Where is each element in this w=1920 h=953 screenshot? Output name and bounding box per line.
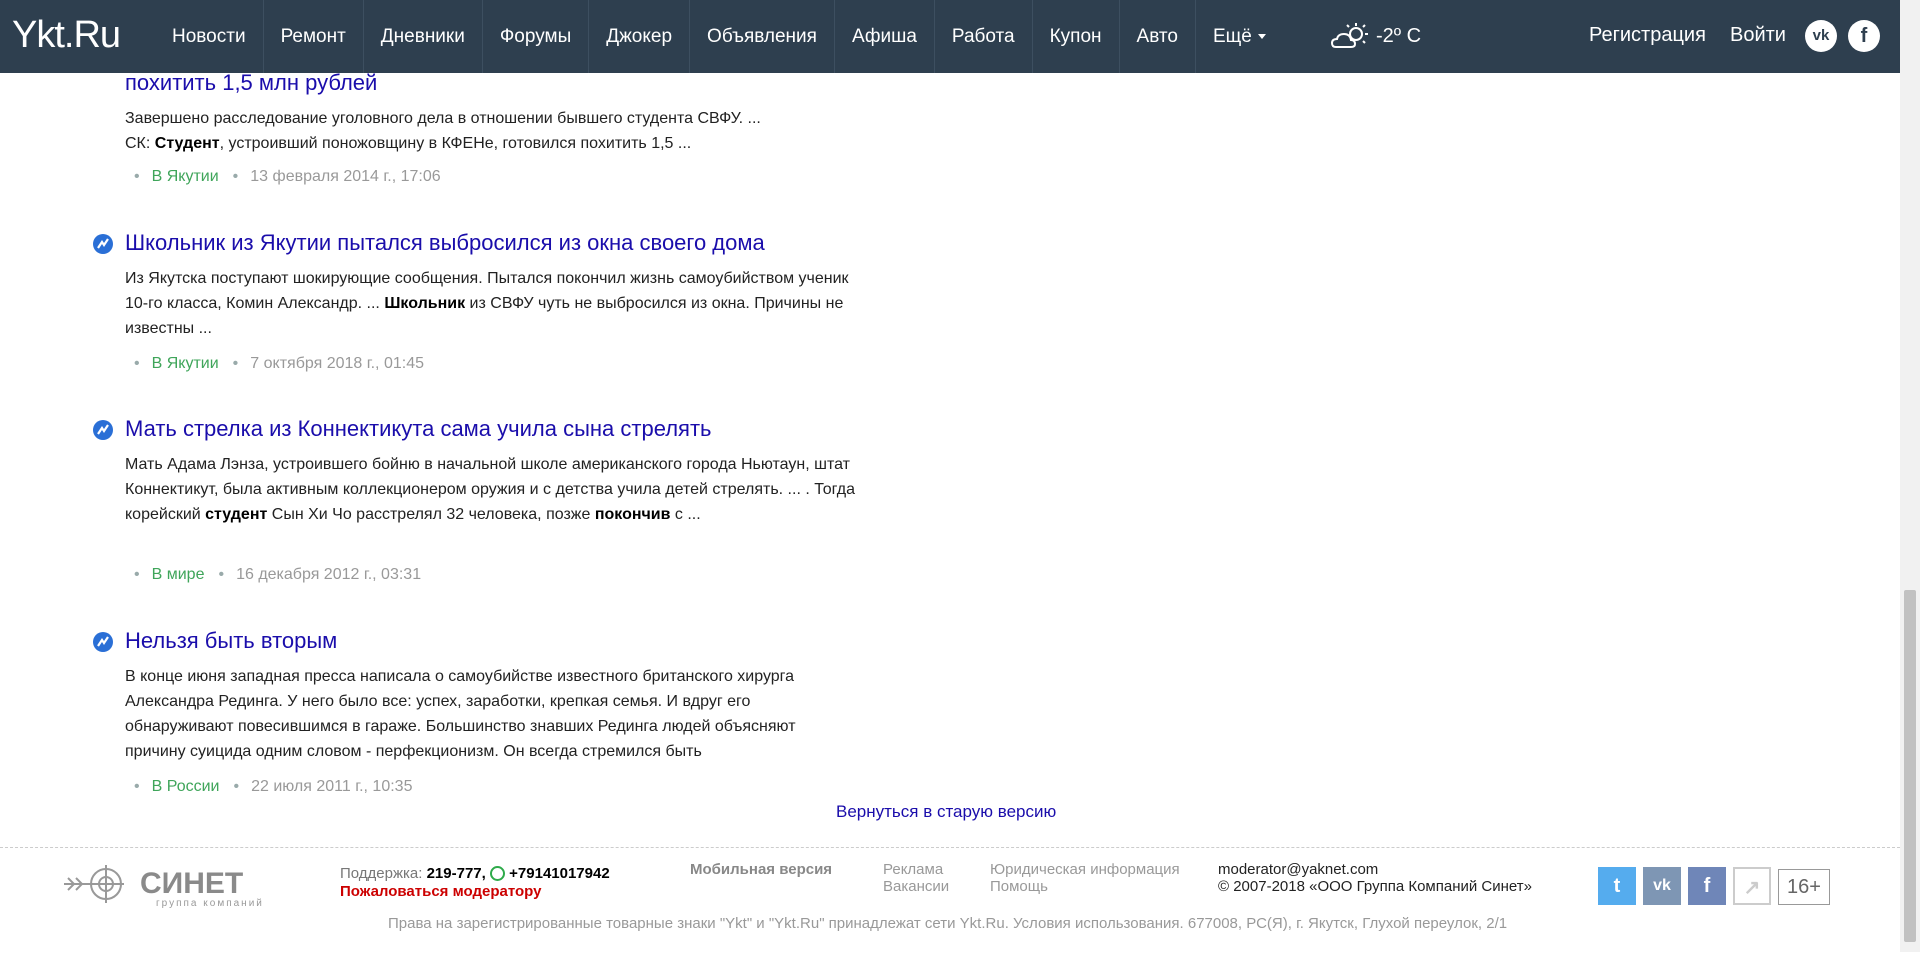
nav-item-jobs[interactable]: Работа — [935, 0, 1033, 73]
nav-more-label: Ещё — [1212, 26, 1252, 47]
result-section[interactable]: В Якутии — [152, 355, 219, 372]
nav-item-diaries[interactable]: Дневники — [364, 0, 483, 73]
nav-item-auto[interactable]: Авто — [1120, 0, 1196, 73]
news-source-icon — [93, 632, 113, 652]
moderator-email[interactable]: moderator@yaknet.com — [1218, 861, 1532, 878]
result-meta: • В России • 22 июля 2011 г., 10:35 — [134, 778, 413, 795]
register-link[interactable]: Регистрация — [1589, 24, 1706, 47]
weather-temp: -2º C — [1376, 24, 1422, 47]
vk-icon[interactable]: vk — [1805, 20, 1837, 52]
old-version-link[interactable]: Вернуться в старую версию — [836, 802, 1056, 822]
support-mobile[interactable]: +79141017942 — [509, 865, 610, 882]
scrollbar-thumb[interactable] — [1904, 590, 1916, 942]
age-rating-badge: 16+ — [1778, 869, 1830, 905]
nav-item-forums[interactable]: Форумы — [483, 0, 590, 73]
site-logo[interactable]: Ykt.Ru — [12, 14, 121, 57]
support-phone[interactable]: 219-777, — [427, 865, 486, 882]
ads-link[interactable]: Реклама — [883, 861, 949, 878]
copyright: © 2007-2018 «ООО Группа Компаний Синет» — [1218, 878, 1532, 895]
nav-item-ads[interactable]: Объявления — [690, 0, 835, 73]
news-source-icon — [93, 420, 113, 440]
vk-share-icon[interactable]: vk — [1643, 867, 1681, 905]
result-title[interactable]: Мать стрелка из Коннектикута сама учила … — [125, 416, 712, 442]
top-navbar: Ykt.Ru Новости Ремонт Дневники Форумы Дж… — [0, 0, 1900, 73]
result-snippet: Завершено расследование уголовного дела … — [125, 110, 761, 152]
whatsapp-icon — [489, 866, 505, 881]
page-scrollbar[interactable] — [1900, 0, 1920, 952]
twitter-icon[interactable]: t — [1598, 867, 1636, 905]
sinet-logo-text: СИНЕТ — [140, 867, 243, 900]
nav-item-joker[interactable]: Джокер — [589, 0, 691, 73]
result-title[interactable]: Нельзя быть вторым — [125, 628, 337, 654]
support-contacts: Поддержка: 219-777, +79141017942 — [340, 865, 610, 882]
result-snippet: Мать Адама Лэнза, устроившего бойню в на… — [125, 456, 855, 523]
result-date: 13 февраля 2014 г., 17:06 — [250, 168, 441, 185]
support-label: Поддержка: — [340, 865, 423, 882]
news-source-icon — [93, 234, 113, 254]
nav-item-news[interactable]: Новости — [155, 0, 264, 73]
result-snippet: Из Якутска поступают шокирующие сообщени… — [125, 270, 849, 337]
result-section[interactable]: В Якутии — [152, 168, 219, 185]
result-date: 16 декабря 2012 г., 03:31 — [236, 566, 422, 583]
result-title[interactable]: похитить 1,5 млн рублей — [125, 70, 377, 96]
result-section[interactable]: В России — [152, 778, 220, 795]
nav-item-afisha[interactable]: Афиша — [835, 0, 935, 73]
mobile-version-link[interactable]: Мобильная версия — [690, 861, 832, 878]
help-link[interactable]: Помощь — [990, 878, 1180, 895]
result-date: 22 июля 2011 г., 10:35 — [251, 778, 413, 795]
footer-contacts: moderator@yaknet.com © 2007-2018 «ООО Гр… — [1218, 861, 1532, 895]
sinet-logo[interactable]: СИНЕТ группа компаний — [64, 863, 294, 914]
nav-item-more[interactable]: Ещё — [1196, 0, 1283, 73]
share-arrow-icon[interactable]: ↗ — [1733, 867, 1771, 905]
nav-item-coupon[interactable]: Купон — [1033, 0, 1120, 73]
result-meta: • В Якутии • 7 октября 2018 г., 01:45 — [134, 355, 424, 372]
result-section[interactable]: В мире — [152, 566, 205, 583]
rights-notice: Права на зарегистрированные товарные зна… — [388, 915, 1508, 932]
main-nav: Новости Ремонт Дневники Форумы Джокер Об… — [155, 0, 1283, 73]
login-link[interactable]: Войти — [1730, 24, 1786, 47]
facebook-share-icon[interactable]: f — [1688, 867, 1726, 905]
result-title[interactable]: Школьник из Якутии пытался выбросился из… — [125, 230, 765, 256]
footer: СИНЕТ группа компаний Поддержка: 219-777… — [0, 847, 1900, 953]
result-snippet: В конце июня западная пресса написала о … — [125, 668, 796, 760]
sinet-logo-subtext: группа компаний — [156, 898, 264, 909]
weather-widget[interactable]: -2º C — [1330, 22, 1421, 50]
facebook-icon[interactable]: f — [1848, 20, 1880, 52]
legal-info-link[interactable]: Юридическая информация — [990, 861, 1180, 878]
result-meta: • В Якутии • 13 февраля 2014 г., 17:06 — [134, 168, 441, 185]
complain-moderator-link[interactable]: Пожаловаться модератору — [340, 883, 541, 900]
result-date: 7 октября 2018 г., 01:45 — [250, 355, 424, 372]
nav-item-repair[interactable]: Ремонт — [264, 0, 364, 73]
result-meta: • В мире • 16 декабря 2012 г., 03:31 — [134, 566, 422, 583]
partly-cloudy-icon — [1330, 23, 1368, 48]
vacancies-link[interactable]: Вакансии — [883, 878, 949, 895]
caret-down-icon — [1257, 34, 1266, 40]
